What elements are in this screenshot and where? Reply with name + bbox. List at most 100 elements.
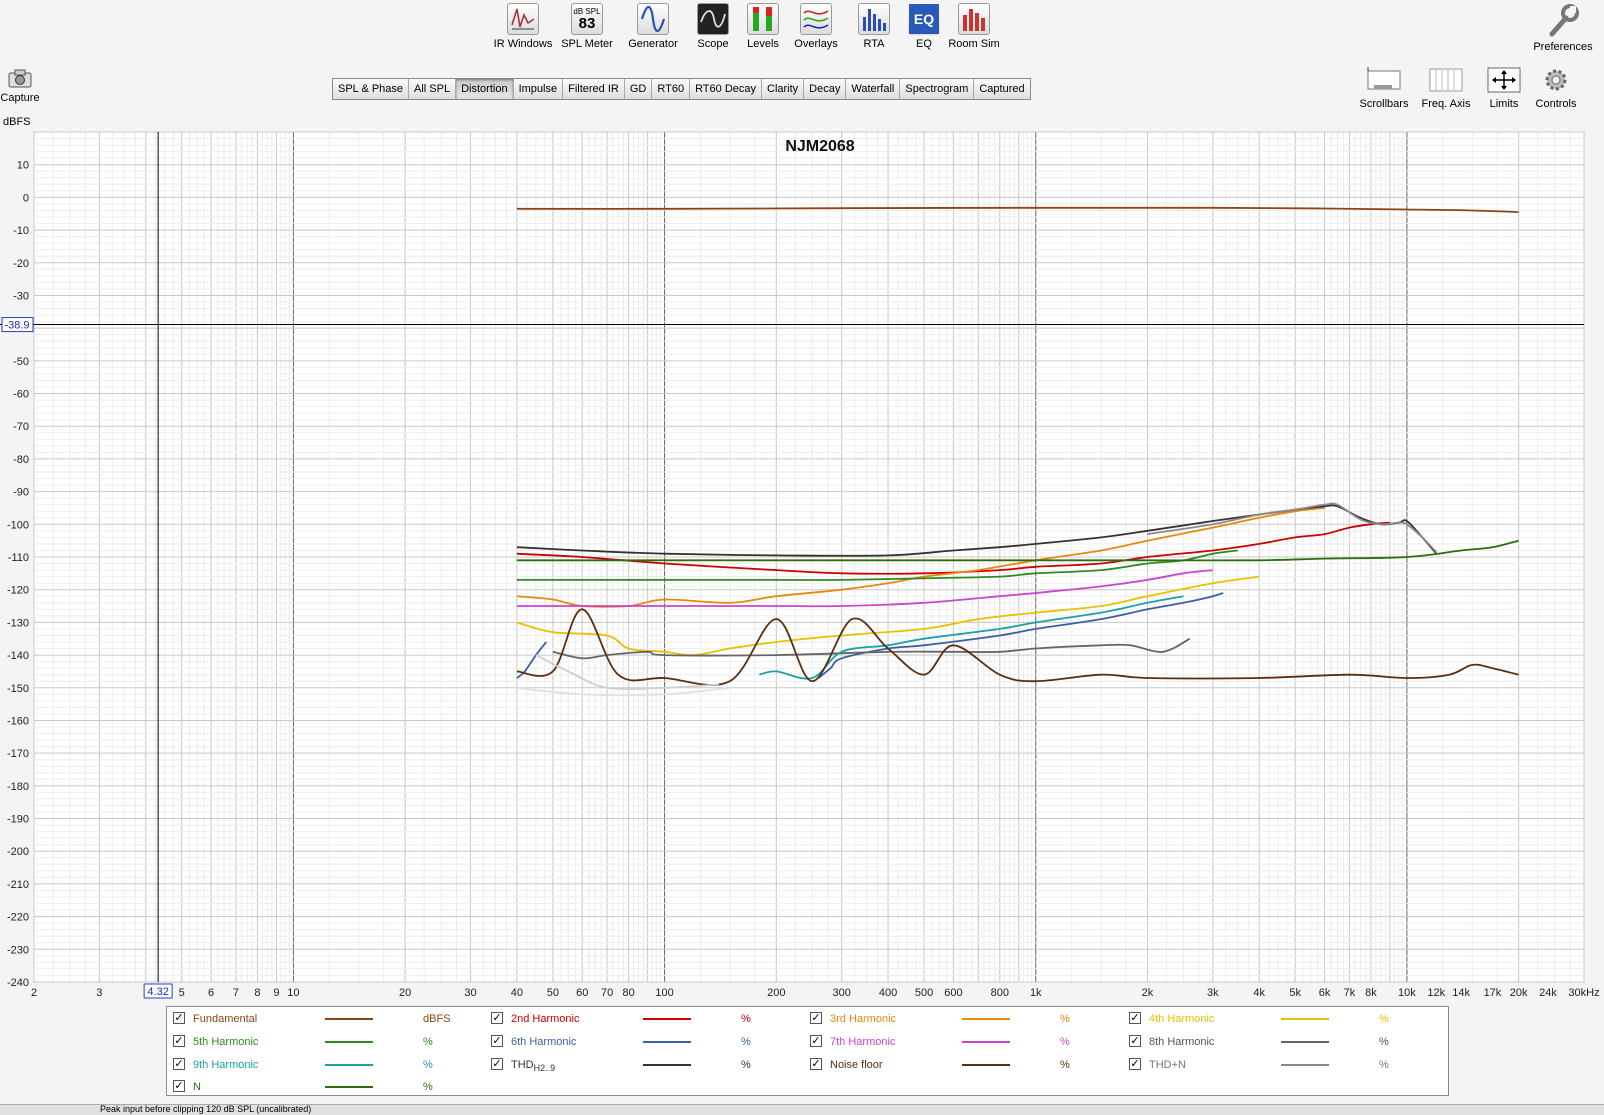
tab-spectrogram[interactable]: Spectrogram <box>900 79 975 99</box>
legend-swatch <box>962 1018 1010 1020</box>
x-tick-label: 8 <box>254 987 260 999</box>
tab-spl-phase[interactable]: SPL & Phase <box>333 79 410 99</box>
legend-swatch <box>1281 1064 1329 1066</box>
levels-icon <box>747 3 779 35</box>
legend-checkbox[interactable]: ✓ <box>491 1012 503 1024</box>
tab-filtered-ir[interactable]: Filtered IR <box>563 79 625 99</box>
tab-rt60-decay[interactable]: RT60 Decay <box>690 79 762 99</box>
y-tick-label: -110 <box>8 552 29 564</box>
view-tabs: SPL & Phase All SPL Distortion Impulse Filte… <box>332 78 1031 100</box>
legend-item-6th-harmonic: ✓ 6th Harmonic% <box>491 1032 791 1052</box>
controls-button[interactable]: Controls <box>1526 64 1586 110</box>
y-tick-label: -90 <box>13 487 29 499</box>
legend-checkbox[interactable]: ✓ <box>173 1058 185 1070</box>
spl-meter-icon: dB SPL 83 <box>571 3 603 35</box>
room-sim-button[interactable]: Room Sim <box>938 3 1010 50</box>
legend-unit: % <box>741 1013 751 1025</box>
x-tick-label: 10k <box>1398 987 1416 999</box>
tab-rt60[interactable]: RT60 <box>652 79 691 99</box>
spl-meter-button[interactable]: dB SPL 83 SPL Meter <box>551 3 623 50</box>
capture-label: Capture <box>0 92 40 104</box>
tab-impulse[interactable]: Impulse <box>513 79 564 99</box>
y-tick-label: -220 <box>7 912 29 924</box>
y-tick-label: 0 <box>23 192 29 204</box>
legend-label: 3rd Harmonic <box>830 1013 897 1025</box>
legend-label: Noise floor <box>830 1059 883 1071</box>
distortion-chart[interactable]: 100-10-20-30-40-50-60-70-80-90-100-110-1… <box>0 120 1604 1000</box>
x-tick-label: 5 <box>179 987 185 999</box>
x-tick-label: 7k <box>1344 987 1356 999</box>
chart-title: NJM2068 <box>785 138 854 155</box>
x-tick-label: 50 <box>547 987 559 999</box>
legend-checkbox[interactable]: ✓ <box>173 1080 185 1092</box>
legend-item-thd: ✓ THDH2..9% <box>491 1055 791 1075</box>
legend-label: 2nd Harmonic <box>511 1013 580 1025</box>
legend-swatch <box>643 1064 691 1066</box>
right-tool-label: Controls <box>1535 98 1577 110</box>
freq-axis-button[interactable]: Freq. Axis <box>1416 64 1476 110</box>
preferences-button[interactable]: Preferences <box>1528 4 1598 53</box>
legend-checkbox[interactable]: ✓ <box>491 1058 503 1070</box>
tab-decay[interactable]: Decay <box>804 79 847 99</box>
x-tick-label: 500 <box>915 987 933 999</box>
y-tick-label: -60 <box>13 389 29 401</box>
legend-label: 9th Harmonic <box>193 1059 259 1071</box>
status-bar: Peak input before clipping 120 dB SPL (u… <box>0 1104 1604 1115</box>
tab-waterfall[interactable]: Waterfall <box>846 79 901 99</box>
legend-swatch <box>643 1018 691 1020</box>
tab-clarity[interactable]: Clarity <box>762 79 805 99</box>
x-tick-label: 60 <box>576 987 588 999</box>
right-tool-label: Scrollbars <box>1359 98 1409 110</box>
tab-captured[interactable]: Captured <box>974 79 1030 99</box>
y-tick-label: -150 <box>7 683 29 695</box>
y-tick-label: -80 <box>13 454 29 466</box>
legend-checkbox[interactable]: ✓ <box>173 1012 185 1024</box>
y-tick-label: -130 <box>7 617 29 629</box>
tab-distortion[interactable]: Distortion <box>456 79 514 99</box>
x-tick-label: 2 <box>31 987 37 999</box>
legend-label: N <box>193 1081 201 1093</box>
legend-checkbox[interactable]: ✓ <box>810 1035 822 1047</box>
toolbar-label: IR Windows <box>493 38 553 50</box>
x-tick-label: 6 <box>208 987 214 999</box>
x-tick-label: 1k <box>1030 987 1042 999</box>
limits-button[interactable]: Limits <box>1474 64 1534 110</box>
legend-swatch <box>325 1064 373 1066</box>
y-tick-label: -190 <box>7 814 29 826</box>
legend-unit: % <box>1379 1036 1389 1048</box>
legend-checkbox[interactable]: ✓ <box>810 1058 822 1070</box>
y-tick-label: -10 <box>13 225 29 237</box>
capture-button[interactable]: Capture <box>0 68 40 104</box>
y-tick-label: -30 <box>13 290 29 302</box>
legend-checkbox[interactable]: ✓ <box>1129 1058 1141 1070</box>
legend-item-9th-harmonic: ✓ 9th Harmonic% <box>173 1055 473 1075</box>
legend-swatch <box>325 1041 373 1043</box>
tab-all-spl[interactable]: All SPL <box>409 79 457 99</box>
x-tick-label: 300 <box>832 987 850 999</box>
y-tick-label: -230 <box>7 944 29 956</box>
legend-item-4th-harmonic: ✓ 4th Harmonic% <box>1129 1009 1429 1029</box>
y-tick-label: -70 <box>13 421 29 433</box>
y-tick-label: 10 <box>17 160 29 172</box>
legend-checkbox[interactable]: ✓ <box>1129 1012 1141 1024</box>
right-tool-label: Freq. Axis <box>1421 98 1471 110</box>
legend-item-8th-harmonic: ✓ 8th Harmonic% <box>1129 1032 1429 1052</box>
x-tick-label: 5k <box>1289 987 1301 999</box>
legend-checkbox[interactable]: ✓ <box>173 1035 185 1047</box>
toolbar-label: Room Sim <box>948 38 1000 50</box>
legend-unit: % <box>741 1036 751 1048</box>
tab-gd[interactable]: GD <box>624 79 653 99</box>
limits-icon <box>1484 64 1524 96</box>
legend-checkbox[interactable]: ✓ <box>1129 1035 1141 1047</box>
legend-checkbox[interactable]: ✓ <box>810 1012 822 1024</box>
legend-checkbox[interactable]: ✓ <box>491 1035 503 1047</box>
cursor-y-readout: -38.9 <box>4 320 29 332</box>
legend-label: 6th Harmonic <box>511 1036 577 1048</box>
x-tick-label: 12k <box>1427 987 1445 999</box>
scrollbars-button[interactable]: Scrollbars <box>1354 64 1414 110</box>
legend-unit: % <box>1060 1013 1070 1025</box>
legend-item-3rd-harmonic: ✓ 3rd Harmonic% <box>810 1009 1110 1029</box>
x-tick-label: 4k <box>1253 987 1265 999</box>
ir-windows-button[interactable]: IR Windows <box>487 3 559 50</box>
legend-swatch <box>325 1086 373 1088</box>
